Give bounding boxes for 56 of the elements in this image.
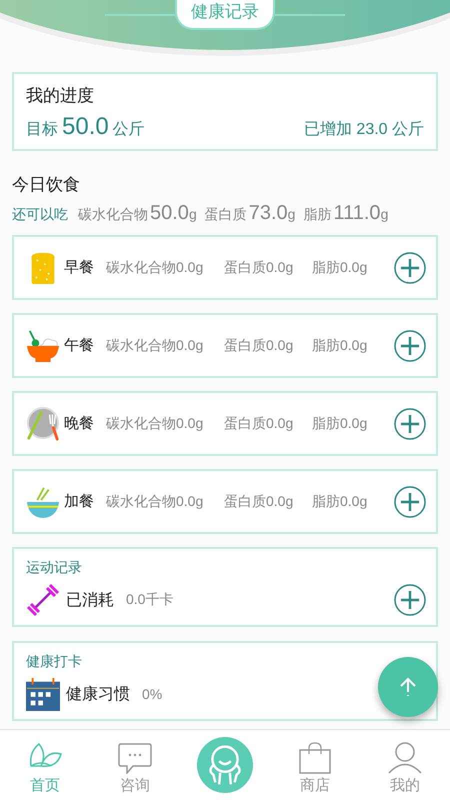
habit-label: 健康习惯 — [66, 684, 130, 704]
carbs-amount: 碳水化合物0.0g — [106, 336, 204, 354]
protein-amount: 蛋白质0.0g — [224, 492, 294, 510]
card-title: 健康打卡 — [26, 653, 83, 671]
protein-amount: 蛋白质0.0g — [224, 258, 294, 276]
nav-tab[interactable]: 商店 — [297, 742, 333, 794]
calendar-icon — [26, 677, 60, 711]
fat-amount: 脂肪0.0g — [312, 414, 368, 432]
meal-name: 早餐 — [64, 258, 95, 277]
add-icon[interactable] — [394, 584, 426, 616]
macro-unit: g — [188, 206, 197, 222]
progress-title: 我的进度 — [26, 85, 95, 107]
macro-unit: g — [288, 206, 296, 222]
macro-value: 73.0 — [248, 202, 288, 225]
macro-value: 50.0 — [150, 202, 189, 225]
add-icon[interactable] — [394, 330, 426, 362]
macro-label: 脂肪 — [303, 206, 332, 224]
target-value: 50.0 — [62, 113, 109, 141]
target-label: 目标 — [26, 120, 58, 140]
shopping-bag-icon — [297, 742, 333, 774]
add-icon[interactable] — [394, 486, 426, 518]
dumbbell-icon — [26, 583, 60, 617]
card-title: 运动记录 — [26, 559, 83, 577]
section-title: 今日饮食 — [12, 174, 81, 196]
nav-tab[interactable]: 咨询 — [117, 742, 153, 794]
macro-label: 碳水化合物 — [78, 206, 148, 224]
gained-weight: 已增加 23.0 公斤 — [304, 120, 424, 140]
person-icon — [387, 742, 423, 774]
bowl-chopsticks-icon — [26, 484, 60, 518]
chat-icon — [117, 742, 153, 774]
macro-unit: g — [380, 206, 388, 222]
fat-amount: 脂肪0.0g — [312, 336, 368, 354]
meal-name: 晚餐 — [64, 414, 95, 433]
carbs-amount: 碳水化合物0.0g — [106, 258, 204, 276]
add-icon[interactable] — [394, 408, 426, 440]
add-icon[interactable] — [394, 252, 426, 284]
carbs-amount: 碳水化合物0.0g — [106, 414, 204, 432]
macro-value: 111.0 — [333, 202, 381, 225]
rice-bowl-icon — [26, 328, 60, 362]
habit-value: 0% — [142, 686, 162, 702]
fat-amount: 脂肪0.0g — [312, 258, 368, 276]
burned-label: 已消耗 — [66, 590, 114, 610]
nav-tab[interactable]: 首页 — [27, 742, 63, 794]
fat-amount: 脂肪0.0g — [312, 492, 368, 510]
target-unit: 公斤 — [112, 120, 145, 140]
plate-cutlery-icon — [26, 406, 60, 440]
page-title: 健康记录 — [175, 0, 275, 30]
protein-amount: 蛋白质0.0g — [224, 414, 294, 432]
remaining-label: 还可以吃 — [12, 206, 68, 224]
macro-label: 蛋白质 — [204, 206, 247, 224]
protein-amount: 蛋白质0.0g — [224, 336, 294, 354]
burned-value: 0.0千卡 — [126, 591, 174, 609]
nav-tab[interactable]: 我的 — [387, 742, 423, 794]
meal-name: 加餐 — [64, 492, 95, 511]
meal-name: 午餐 — [64, 336, 95, 355]
carbs-amount: 碳水化合物0.0g — [106, 492, 204, 510]
